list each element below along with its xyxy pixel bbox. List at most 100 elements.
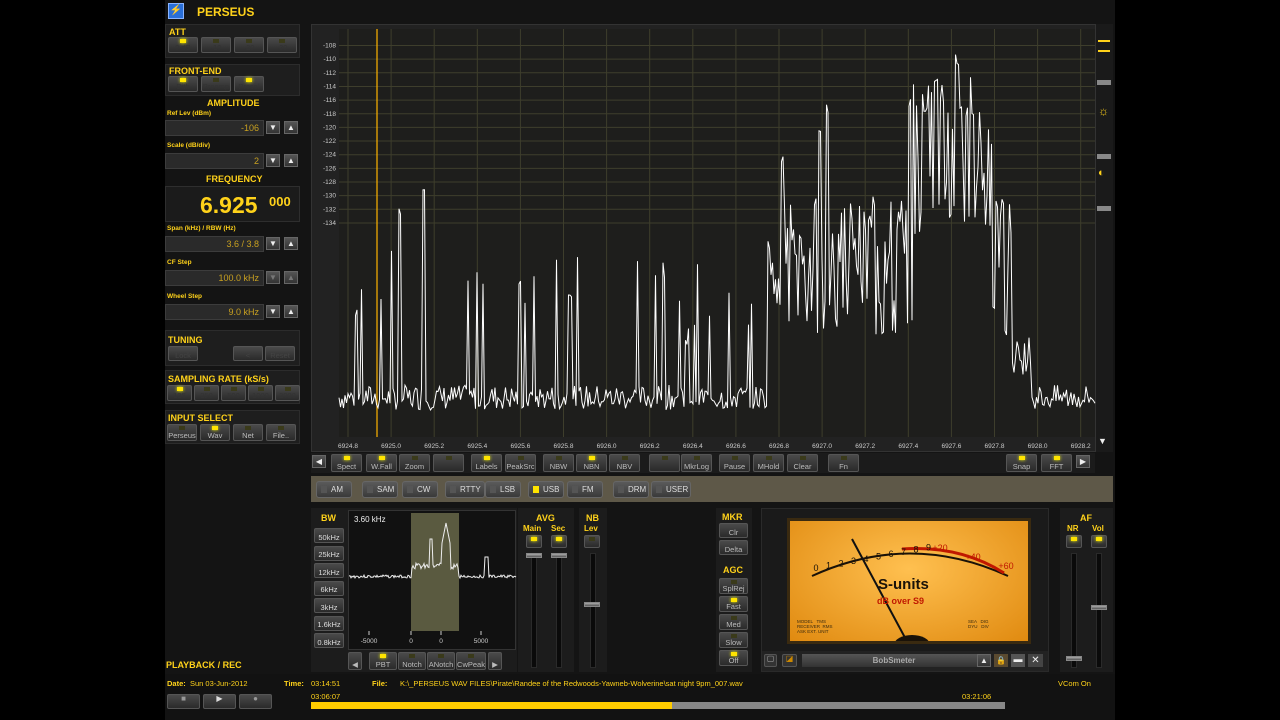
avg-main-slider[interactable] <box>531 553 537 668</box>
spectrum-toolbar-button[interactable]: Clear <box>787 454 818 472</box>
att-button[interactable]: -30 <box>267 37 297 53</box>
slider-knob-c[interactable] <box>1097 206 1111 211</box>
slider-knob-b[interactable] <box>1097 154 1111 159</box>
input-button[interactable]: Wav <box>200 424 230 441</box>
filter-button[interactable]: ▶ <box>488 652 502 670</box>
bw-preset-button[interactable]: 0.8kHz <box>314 633 344 648</box>
tuning-button[interactable]: < <box>233 346 263 361</box>
spectrum-toolbar-button[interactable]: Labels <box>471 454 502 472</box>
filter-button[interactable]: ◀ <box>348 652 362 670</box>
meter-lock-icon[interactable]: 🔒 <box>994 654 1008 667</box>
contrast-icon[interactable]: ◐ <box>1098 167 1105 179</box>
spectrum-toolbar-button[interactable]: W.Fall <box>366 454 397 472</box>
filter-button[interactable]: PBT <box>369 652 397 670</box>
nb-slider[interactable] <box>590 553 596 668</box>
frontend-button[interactable]: Preamp <box>201 76 231 92</box>
filter-button[interactable]: CwPeak <box>456 652 486 670</box>
wheel-step-up-button[interactable]: ▲ <box>284 305 298 318</box>
agc-button[interactable]: SplRej <box>719 578 748 594</box>
tuning-button[interactable]: Lock <box>168 346 198 361</box>
scale-field[interactable]: 2 <box>165 153 264 169</box>
avg-sec-toggle[interactable] <box>551 535 567 548</box>
sampling-button[interactable]: 500 <box>221 385 246 401</box>
slider-knob-a[interactable] <box>1097 80 1111 85</box>
avg-sec-slider[interactable] <box>556 553 562 668</box>
bw-preset-button[interactable]: 12kHz <box>314 563 344 578</box>
att-button[interactable]: 0 dB <box>168 37 198 53</box>
cf-step-field[interactable]: 100.0 kHz <box>165 270 264 286</box>
mode-button-cw[interactable]: CW <box>402 481 438 498</box>
spectrum-toolbar-button[interactable]: FFT <box>1041 454 1072 472</box>
scale-up-button[interactable]: ▲ <box>284 154 298 167</box>
spectrum-toolbar-button[interactable]: Zoom <box>399 454 430 472</box>
meter-window-button[interactable]: ▢ <box>764 654 777 667</box>
ref-level-down-button[interactable]: ▼ <box>266 121 280 134</box>
nb-knob[interactable] <box>584 602 600 607</box>
spectrum-toolbar-button[interactable]: NBV <box>609 454 640 472</box>
meter-close-button[interactable]: ✕ <box>1028 654 1043 667</box>
cf-step-down-button[interactable]: ▼ <box>266 271 280 284</box>
agc-button[interactable]: Off <box>719 650 748 666</box>
sampling-button[interactable]: 250 <box>194 385 219 401</box>
cf-step-up-button[interactable]: ▲ <box>284 271 298 284</box>
spectrum-toolbar-button[interactable]: MHold <box>753 454 784 472</box>
avg-main-knob[interactable] <box>526 553 542 558</box>
spectrum-toolbar-button[interactable]: Spect <box>331 454 362 472</box>
bw-preset-button[interactable]: 50kHz <box>314 528 344 543</box>
spectrum-toolbar-button[interactable]: NBN <box>576 454 607 472</box>
mode-button-lsb[interactable]: LSB <box>485 481 521 498</box>
input-button[interactable]: File.. <box>266 424 296 441</box>
spectrum-display[interactable]: -108 -110 -112 -114 -116 -118 -120 -122 -124 -126… <box>311 24 1096 452</box>
spectrum-toolbar-button[interactable]: Snap <box>1006 454 1037 472</box>
att-button[interactable]: -10 <box>201 37 231 53</box>
mode-button-drm[interactable]: DRM <box>613 481 649 498</box>
filter-button[interactable]: Notch <box>398 652 426 670</box>
playback-progress-track[interactable] <box>311 702 1005 709</box>
span-down-button[interactable]: ▼ <box>266 237 280 250</box>
ref-level-field[interactable]: -106 <box>165 120 264 136</box>
mode-button-user[interactable]: USER <box>651 481 691 498</box>
bw-preset-button[interactable]: 6kHz <box>314 580 344 596</box>
nb-toggle[interactable] <box>584 535 600 548</box>
input-button[interactable]: Perseus <box>167 424 197 441</box>
att-button[interactable]: -20 <box>234 37 264 53</box>
scroll-down-icon[interactable]: ▼ <box>1098 436 1107 446</box>
stop-button[interactable]: ■ <box>167 694 200 709</box>
spectrum-toolbar-button[interactable]: Pause <box>719 454 750 472</box>
vol-knob[interactable] <box>1091 605 1107 610</box>
scale-down-button[interactable]: ▼ <box>266 154 280 167</box>
play-button[interactable]: ▶ <box>203 694 236 709</box>
meter-up-button[interactable]: ▲ <box>977 654 991 667</box>
agc-button[interactable]: Med <box>719 614 748 630</box>
wheel-step-down-button[interactable]: ▼ <box>266 305 280 318</box>
sampling-button[interactable]: 1000 <box>248 385 273 401</box>
frontend-button[interactable]: Presel <box>234 76 264 92</box>
frequency-display[interactable]: 6.925 000 <box>165 186 300 222</box>
meter-resize-icon[interactable]: ◪ <box>782 654 797 667</box>
tuning-button[interactable]: Reset <box>265 346 295 361</box>
filter-button[interactable]: ANotch <box>427 652 455 670</box>
meter-minimize-button[interactable]: ▬ <box>1011 654 1025 667</box>
spectrum-graph[interactable]: -108 -110 -112 -114 -116 -118 -120 -122 -124 -126… <box>312 25 1097 453</box>
span-field[interactable]: 3.6 / 3.8 <box>165 236 264 252</box>
record-button[interactable]: ● <box>239 694 272 709</box>
passband-display[interactable]: -5000 0 0 5000 3.60 kHz <box>348 510 517 650</box>
brightness-icon[interactable]: ☼ <box>1098 104 1109 118</box>
nr-toggle[interactable] <box>1066 535 1082 548</box>
nr-slider[interactable] <box>1071 553 1077 668</box>
mkr-button[interactable]: Clr <box>719 523 748 538</box>
vol-slider[interactable] <box>1096 553 1102 668</box>
agc-button[interactable]: Slow <box>719 632 748 648</box>
nr-knob[interactable] <box>1066 656 1082 661</box>
mode-button-fm[interactable]: FM <box>567 481 603 498</box>
bw-preset-button[interactable]: 3kHz <box>314 598 344 613</box>
mkr-button[interactable]: Delta <box>719 540 748 555</box>
spectrum-toolbar-button[interactable] <box>433 454 464 472</box>
scroll-left-button[interactable]: ◀ <box>312 455 326 468</box>
input-button[interactable]: Net <box>233 424 263 441</box>
span-up-button[interactable]: ▲ <box>284 237 298 250</box>
spectrum-toolbar-button[interactable]: Fn <box>828 454 859 472</box>
avg-sec-knob[interactable] <box>551 553 567 558</box>
spectrum-toolbar-button[interactable]: PeakSrc <box>505 454 536 472</box>
scroll-right-button[interactable]: ▶ <box>1076 455 1090 468</box>
